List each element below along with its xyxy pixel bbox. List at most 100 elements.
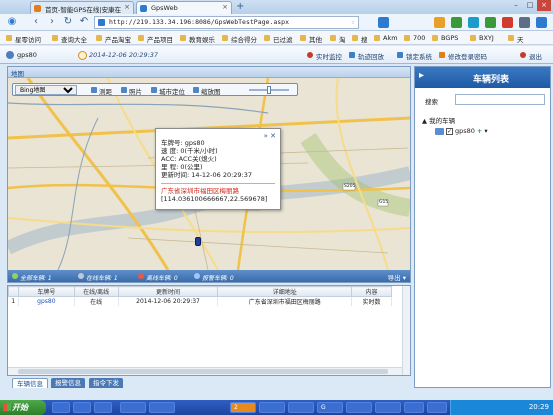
popup-speed: 速 度: 0(千米/小时)	[161, 147, 218, 155]
alarm-vehicles-count[interactable]: 报警车辆: 0	[194, 273, 234, 282]
horizontal-scrollbar[interactable]	[8, 367, 402, 375]
scrollbar-thumb[interactable]	[18, 369, 388, 374]
bookmark-item[interactable]: 搜	[352, 34, 368, 44]
bookmark-item[interactable]: 产品淘宝	[96, 34, 131, 44]
change-password-link[interactable]: 修改登录密码	[439, 51, 487, 61]
back-icon[interactable]: ‹	[30, 16, 42, 28]
star-icon[interactable]: ☆	[351, 17, 355, 28]
tab-label: GpsWeb	[151, 4, 178, 12]
map-type-select[interactable]: Bing地图	[15, 85, 77, 95]
tree-vehicle-item[interactable]: ✓ gps80 + ▾	[435, 127, 488, 135]
taskbar-item[interactable]	[120, 402, 146, 413]
col-content[interactable]: 内容	[351, 286, 392, 297]
vertical-scrollbar[interactable]	[402, 286, 410, 375]
cell-plate[interactable]: gps80	[18, 296, 75, 306]
address-bar[interactable]: http://219.133.34.196:8086/GpsWebTestPag…	[94, 16, 359, 29]
bookmark-item[interactable]: 700	[404, 34, 425, 42]
taskbar-item[interactable]	[404, 402, 424, 413]
realtime-monitor-link[interactable]: 实时监控	[307, 51, 342, 61]
bookmark-item[interactable]: 天	[508, 34, 524, 44]
zoom-tool[interactable]: 缩放图	[193, 86, 221, 96]
refresh-icon[interactable]: ↻	[62, 16, 74, 28]
measure-tool[interactable]: 测距	[91, 86, 112, 96]
taskbar-item[interactable]	[259, 402, 285, 413]
tab-vehicle-info[interactable]: 车辆信息	[12, 378, 48, 388]
taskbar-item[interactable]	[52, 402, 70, 413]
bookmark-item[interactable]: 查询大全	[52, 34, 87, 44]
minimize-icon[interactable]: –	[509, 0, 523, 11]
taskbar-item[interactable]	[149, 402, 175, 413]
bookmarks-bar: 星零访问 查询大全 产品淘宝 产品项目 教育娱乐 综合得分 已过滤 其他 淘 搜…	[0, 31, 553, 45]
taskbar-item[interactable]	[427, 402, 447, 413]
extension-icon[interactable]	[502, 17, 513, 28]
map-canvas[interactable]: G205 G15 S205 Bing地图 测距 照片 城市定位 缩放图 » ✕ …	[8, 78, 410, 270]
zoom-slider[interactable]	[249, 86, 289, 94]
online-vehicles-count[interactable]: 在线车辆: 1	[78, 273, 118, 282]
browser-tab-home[interactable]: 首页-智能GPS在线|安康在 ×	[30, 1, 134, 14]
export-button[interactable]: 导出 ▾	[388, 272, 406, 282]
undo-icon[interactable]: ↶	[78, 16, 90, 28]
bookmark-item[interactable]: BXYJ	[470, 34, 494, 42]
extension-icon[interactable]	[485, 17, 496, 28]
lock-system-link[interactable]: 锁定系统	[397, 51, 432, 61]
taskbar-item[interactable]	[94, 402, 112, 413]
tab-alarm-info[interactable]: 报警信息	[51, 378, 85, 388]
tree-root-my-vehicles[interactable]: ▲ 我的车辆	[422, 115, 455, 125]
maximize-icon[interactable]: □	[523, 0, 537, 11]
photo-tool[interactable]: 照片	[121, 86, 142, 96]
bottom-tabs: 车辆信息 报警信息 指令下发	[7, 378, 411, 388]
forward-icon[interactable]: ›	[46, 16, 58, 28]
dropdown-icon[interactable]: ▾	[484, 127, 487, 135]
zoom-slider-handle[interactable]	[267, 86, 271, 94]
all-vehicles-count[interactable]: 全部车辆: 1	[12, 273, 52, 282]
col-plate[interactable]: 车牌号	[17, 286, 75, 297]
bookmark-item[interactable]: 教育娱乐	[180, 34, 215, 44]
bookmark-item[interactable]: BGPS	[432, 34, 458, 42]
add-icon[interactable]: +	[477, 127, 482, 135]
vehicle-marker-icon[interactable]	[195, 237, 201, 246]
bookmark-item[interactable]: 综合得分	[222, 34, 257, 44]
popup-mileage: 里 程: 0(公里)	[161, 163, 203, 171]
city-locate-tool[interactable]: 城市定位	[151, 86, 185, 96]
col-update-time[interactable]: 更新时间	[117, 286, 219, 297]
extension-icon[interactable]	[468, 17, 479, 28]
bookmark-item[interactable]: 星零访问	[6, 34, 41, 44]
bookmark-item[interactable]: 其他	[300, 34, 322, 44]
vehicle-list-title: 车辆列表	[473, 75, 510, 85]
extension-icon[interactable]	[434, 17, 445, 28]
logout-link[interactable]: 退出	[520, 51, 542, 61]
taskbar-item[interactable]: 2	[230, 402, 256, 413]
taskbar-item[interactable]	[73, 402, 91, 413]
bookmark-item[interactable]: Akm	[374, 34, 398, 42]
collapse-arrow-icon[interactable]: ▸	[419, 70, 424, 81]
offline-vehicles-count[interactable]: 离线车辆: 0	[138, 273, 178, 282]
clock-time[interactable]: 20:29	[529, 403, 549, 411]
extension-icon[interactable]	[378, 17, 389, 28]
vehicle-search-input[interactable]	[455, 94, 545, 105]
cell-status: 在线	[74, 296, 119, 306]
window-close-icon[interactable]: ×	[537, 0, 551, 11]
browser-tab-gpsweb[interactable]: GpsWeb ×	[136, 1, 232, 14]
table-row[interactable]: 1 gps80 在线 2014-12-06 20:29:37 广东省深圳市福田区…	[8, 296, 392, 306]
search-label: 搜索	[425, 98, 438, 106]
taskbar-item[interactable]	[288, 402, 314, 413]
close-icon[interactable]: ×	[222, 3, 228, 11]
bookmark-item[interactable]: 已过滤	[264, 34, 293, 44]
menu-icon[interactable]	[536, 17, 547, 28]
track-playback-link[interactable]: 轨迹回放	[349, 51, 384, 61]
col-address[interactable]: 详细地址	[217, 286, 353, 297]
vehicle-checkbox[interactable]: ✓	[446, 127, 453, 135]
taskbar-item[interactable]: G	[317, 402, 343, 413]
taskbar-item[interactable]	[346, 402, 372, 413]
new-tab-plus-icon[interactable]: +	[236, 1, 244, 12]
bookmark-item[interactable]: 产品项目	[138, 34, 173, 44]
taskbar-item[interactable]	[375, 402, 401, 413]
extension-icon[interactable]	[451, 17, 462, 28]
bookmark-item[interactable]: 淘	[330, 34, 346, 44]
close-icon[interactable]: ×	[124, 3, 130, 11]
start-button[interactable]: 开始	[0, 400, 46, 415]
extension-icon[interactable]	[519, 17, 530, 28]
tab-command-send[interactable]: 指令下发	[89, 378, 123, 388]
popup-controls[interactable]: » ✕	[264, 132, 276, 140]
col-status[interactable]: 在线/离线	[73, 286, 119, 297]
